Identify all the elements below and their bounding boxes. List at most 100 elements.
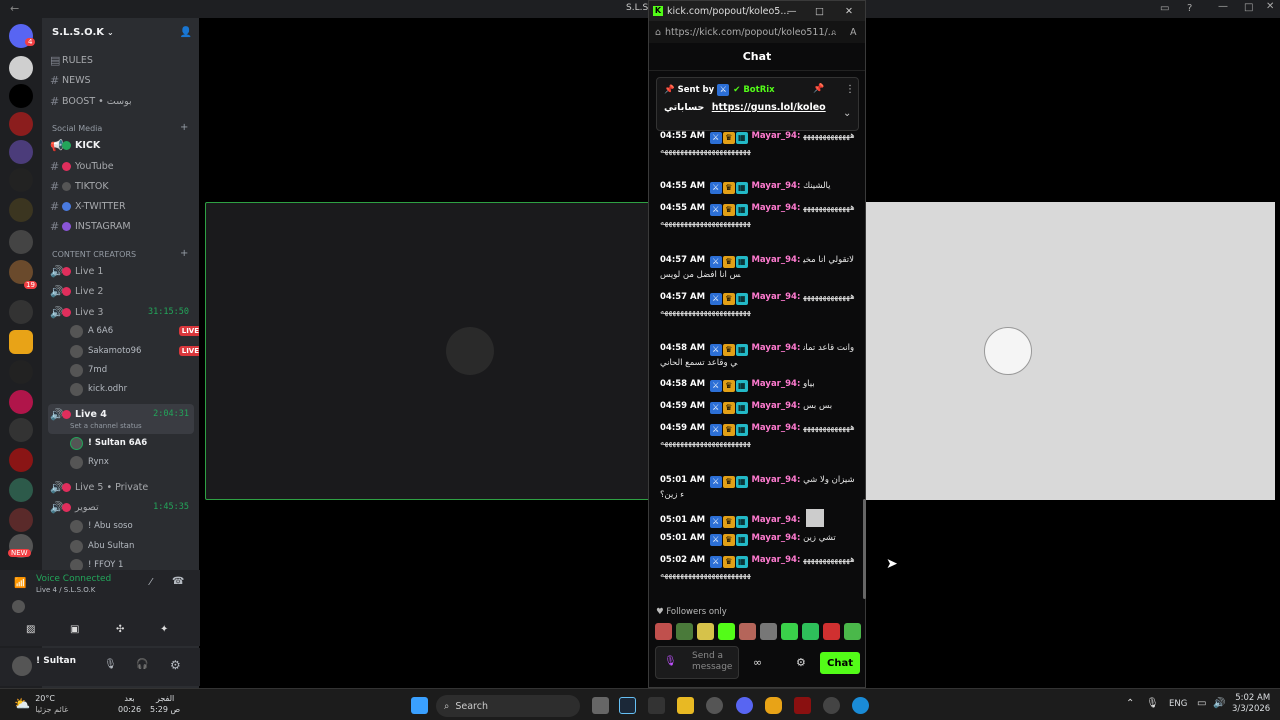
tray-chevron-icon[interactable]: ⌃	[1126, 698, 1134, 709]
server-icon[interactable]	[9, 330, 33, 354]
message-username[interactable]: Mayar_94:	[751, 401, 800, 411]
chat-settings-icon[interactable]: ⚙	[796, 656, 806, 669]
channel-youtube[interactable]: # YouTube	[50, 157, 195, 175]
emote-icon[interactable]	[676, 623, 693, 640]
voice-user[interactable]: kick.odhr	[70, 381, 190, 397]
message-username[interactable]: Mayar_94:	[751, 475, 800, 485]
screen-share-icon[interactable]: ▣	[70, 624, 79, 635]
emote-icon[interactable]	[781, 623, 798, 640]
taskbar-search[interactable]: ⌕ Search	[436, 695, 580, 717]
emote-icon[interactable]	[844, 623, 861, 640]
windows-start-icon[interactable]	[411, 697, 428, 714]
message-username[interactable]: Mayar_94:	[751, 292, 800, 302]
message-username[interactable]: Mayar_94:	[751, 181, 800, 191]
mic-tray-icon[interactable]: 🎙	[1146, 698, 1159, 709]
chat-message[interactable]: 04:57 AM ⚔ ♛ ▦ Mayar_94: لاتقولي انا مخيس …	[660, 253, 855, 282]
voice-channel-live1[interactable]: 🔊 Live 1	[50, 262, 195, 280]
message-username[interactable]: Mayar_94:	[751, 255, 800, 265]
channel-status[interactable]: Set a channel status	[70, 422, 142, 430]
read-aloud-icon[interactable]: A	[850, 27, 857, 38]
voice-channel-live4[interactable]: 🔊 Live 4 2:04:31	[50, 405, 195, 423]
adobe-icon[interactable]	[794, 697, 811, 714]
server-icon[interactable]	[9, 300, 33, 324]
chat-message[interactable]: 04:55 AM ⚔ ♛ ▦ Mayar_94: ههههههههههههههههه…	[660, 129, 855, 158]
message-username[interactable]: Mayar_94:	[751, 423, 800, 433]
voice-user[interactable]: Sakamoto96 LIVE	[70, 343, 199, 359]
site-info-icon[interactable]: ⌂	[655, 27, 661, 38]
voice-user[interactable]: ! Sultan 6A6	[70, 435, 190, 451]
server-icon[interactable]	[9, 448, 33, 472]
channel-rules[interactable]: ▤ RULES	[50, 51, 195, 69]
clock[interactable]: 5:02 AM 3/3/2026	[1232, 693, 1270, 715]
server-icon[interactable]	[9, 112, 33, 136]
chat-message[interactable]: 04:59 AM ⚔ ♛ ▦ Mayar_94: ههههههههههههههههه…	[660, 421, 855, 450]
expand-chevron-icon[interactable]: ⌄	[843, 108, 851, 119]
language-indicator[interactable]: ENG	[1169, 699, 1187, 709]
voice-user[interactable]: ! Abu soso	[70, 518, 190, 534]
chat-message[interactable]: 04:55 AM ⚔ ♛ ▦ Mayar_94: ههههههههههههههههه…	[660, 201, 855, 230]
prayer-widget[interactable]: بعد 00:26	[118, 693, 141, 715]
add-member-icon[interactable]: 👤	[180, 27, 192, 38]
emote-icon[interactable]	[697, 623, 714, 640]
chat-message[interactable]: 04:55 AM ⚔ ♛ ▦ Mayar_94: يالشينك	[660, 179, 855, 194]
chat-message[interactable]: 05:02 AM ⚔ ♛ ▦ Mayar_94: ههههههههههههههههه…	[660, 553, 855, 582]
add-channel-icon[interactable]: +	[180, 122, 188, 133]
emote-icon[interactable]	[718, 623, 735, 640]
minimize-button[interactable]: —	[787, 6, 797, 17]
settings-icon[interactable]: ⚙	[170, 658, 181, 672]
maximize-button[interactable]: □	[815, 6, 824, 17]
channel-news[interactable]: # NEWS	[50, 71, 195, 89]
epic-games-icon[interactable]	[648, 697, 665, 714]
headphones-icon[interactable]: 🎧	[136, 659, 148, 670]
app-icon[interactable]	[765, 697, 782, 714]
send-chat-button[interactable]: Chat	[820, 652, 860, 674]
close-button[interactable]: ✕	[845, 6, 853, 17]
emote-icon[interactable]	[760, 623, 777, 640]
server-icon[interactable]	[9, 508, 33, 532]
chat-message[interactable]: 05:01 AM ⚔ ♛ ▦ Mayar_94:	[660, 509, 855, 528]
message-username[interactable]: Mayar_94:	[751, 515, 800, 525]
chat-message[interactable]: 04:58 AM ⚔ ♛ ▦ Mayar_94: بياو	[660, 377, 855, 392]
microphone-icon[interactable]: 🎙	[104, 659, 117, 670]
emote-picker-icon[interactable]: ∞	[753, 656, 762, 669]
avatar[interactable]	[12, 656, 32, 676]
server-icon[interactable]	[9, 390, 33, 414]
category-creators[interactable]: CONTENT CREATORS	[52, 250, 136, 259]
voice-user[interactable]: A 6A6 LIVE	[70, 323, 199, 339]
more-options-icon[interactable]: ⋮	[845, 84, 855, 95]
message-username[interactable]: Mayar_94:	[751, 131, 800, 141]
chat-message[interactable]: 05:01 AM ⚔ ♛ ▦ Mayar_94: تشي زين	[660, 531, 855, 546]
message-input[interactable]: 🎙 Send a message	[655, 646, 739, 679]
activities-icon[interactable]: ✣	[116, 624, 124, 635]
channel-tiktok[interactable]: # TIKTOK	[50, 177, 195, 195]
emote-icon[interactable]	[739, 623, 756, 640]
channel-boost[interactable]: # BOOST • بوست	[50, 92, 195, 110]
signal-icon[interactable]: 📶	[14, 578, 26, 589]
server-icon[interactable]	[9, 230, 33, 254]
voice-channel-name[interactable]: Live 4 / S.L.S.O.K	[36, 586, 95, 594]
server-icon[interactable]	[9, 360, 33, 384]
server-icon[interactable]	[9, 56, 33, 80]
message-username[interactable]: Mayar_94:	[751, 343, 800, 353]
zoom-icon[interactable]: ⌕	[831, 27, 836, 38]
chat-message[interactable]: 04:58 AM ⚔ ♛ ▦ Mayar_94: وانت قاعد تماني و…	[660, 341, 855, 370]
close-button[interactable]: ✕	[1266, 1, 1274, 12]
voice-channel-live5[interactable]: 🔊 Live 5 • Private	[50, 478, 195, 496]
voice-channel-live2[interactable]: 🔊 Live 2	[50, 282, 195, 300]
voice-tile-active[interactable]	[205, 202, 652, 500]
prayer-widget[interactable]: الفجر 5:29 ص	[150, 693, 180, 715]
chrome-icon[interactable]	[823, 697, 840, 714]
weather-widget[interactable]: ⛅ 20°C غائم جزئيا	[14, 693, 68, 715]
emote-icon[interactable]	[655, 623, 672, 640]
message-username[interactable]: Mayar_94:	[751, 555, 800, 565]
server-icon[interactable]	[9, 84, 33, 108]
channel-x-twitter[interactable]: # X-TWITTER	[50, 197, 195, 215]
add-channel-icon[interactable]: +	[180, 248, 188, 259]
server-icon[interactable]	[9, 478, 33, 502]
message-username[interactable]: Mayar_94:	[751, 379, 800, 389]
message-username[interactable]: Mayar_94:	[751, 203, 800, 213]
server-header[interactable]: S.L.S.O.K ⌄ 👤	[52, 27, 192, 38]
noise-suppression-icon[interactable]: ⁄	[150, 577, 152, 588]
voice-channel-tasweer[interactable]: 🔊 تصوير 1:45:35	[50, 498, 195, 516]
camera-off-icon[interactable]: ▨	[26, 624, 35, 635]
